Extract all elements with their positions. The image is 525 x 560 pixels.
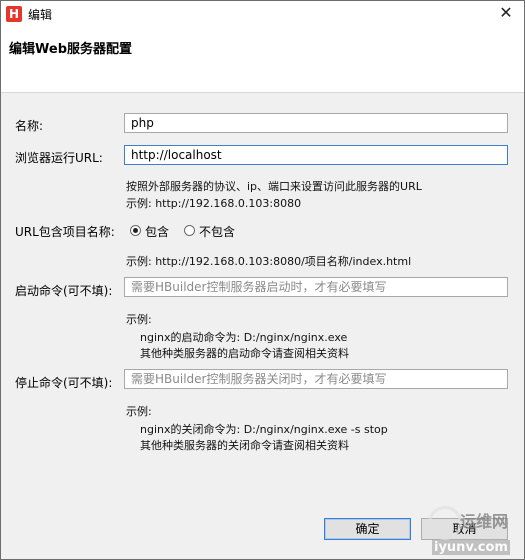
hbuilder-logo-icon: H	[6, 6, 22, 22]
url-label: 浏览器运行URL:	[15, 151, 103, 165]
start-hint-line2: nginx的启动命令为: D:/nginx/nginx.exe	[140, 331, 348, 344]
dialog-window: H 编辑 ✕ 编辑Web服务器配置 名称: 浏览器运行URL: 按照外部服务器的…	[0, 0, 525, 560]
site-watermark: 运维网 iyunv.com	[426, 506, 524, 558]
watermark-text-2: iyunv.com	[432, 540, 510, 555]
stop-hint-line3: 其他种类服务器的关闭命令请查阅相关资料	[140, 439, 349, 452]
window-title: 编辑	[28, 8, 53, 22]
url-hint-line1: 按照外部服务器的协议、ip、端口来设置访问此服务器的URL	[126, 180, 422, 193]
start-hint-line3: 其他种类服务器的启动命令请查阅相关资料	[140, 347, 349, 360]
dialog-header: 编辑Web服务器配置	[1, 28, 524, 93]
exclude-radio[interactable]	[184, 225, 195, 236]
include-hint: 示例: http://192.168.0.103:8080/项目名称/index…	[126, 255, 412, 268]
include-radio-label[interactable]: 包含	[145, 223, 169, 240]
radio-selected-dot	[133, 228, 138, 233]
start-command-input[interactable]	[124, 277, 508, 297]
name-label: 名称:	[15, 119, 44, 133]
start-hint-line1: 示例:	[126, 313, 152, 326]
name-input[interactable]	[124, 113, 508, 133]
exclude-radio-label[interactable]: 不包含	[199, 223, 235, 240]
watermark-logo-icon	[428, 506, 462, 540]
title-bar: H 编辑 ✕	[1, 1, 524, 28]
stop-command-label: 停止命令(可不填):	[15, 376, 113, 390]
ok-button[interactable]: 确定	[324, 518, 411, 540]
include-radio[interactable]	[130, 225, 141, 236]
watermark-text-1: 运维网	[460, 512, 509, 531]
url-hint-line2: 示例: http://192.168.0.103:8080	[126, 197, 302, 210]
close-button[interactable]: ✕	[496, 3, 516, 23]
stop-hint-line2: nginx的关闭命令为: D:/nginx/nginx.exe -s stop	[140, 423, 388, 436]
start-command-label: 启动命令(可不填):	[15, 284, 113, 298]
header-title: 编辑Web服务器配置	[9, 42, 132, 57]
url-input[interactable]	[124, 145, 508, 165]
stop-hint-line1: 示例:	[126, 405, 152, 418]
stop-command-input[interactable]	[124, 369, 508, 389]
include-project-label: URL包含项目名称:	[15, 225, 115, 239]
